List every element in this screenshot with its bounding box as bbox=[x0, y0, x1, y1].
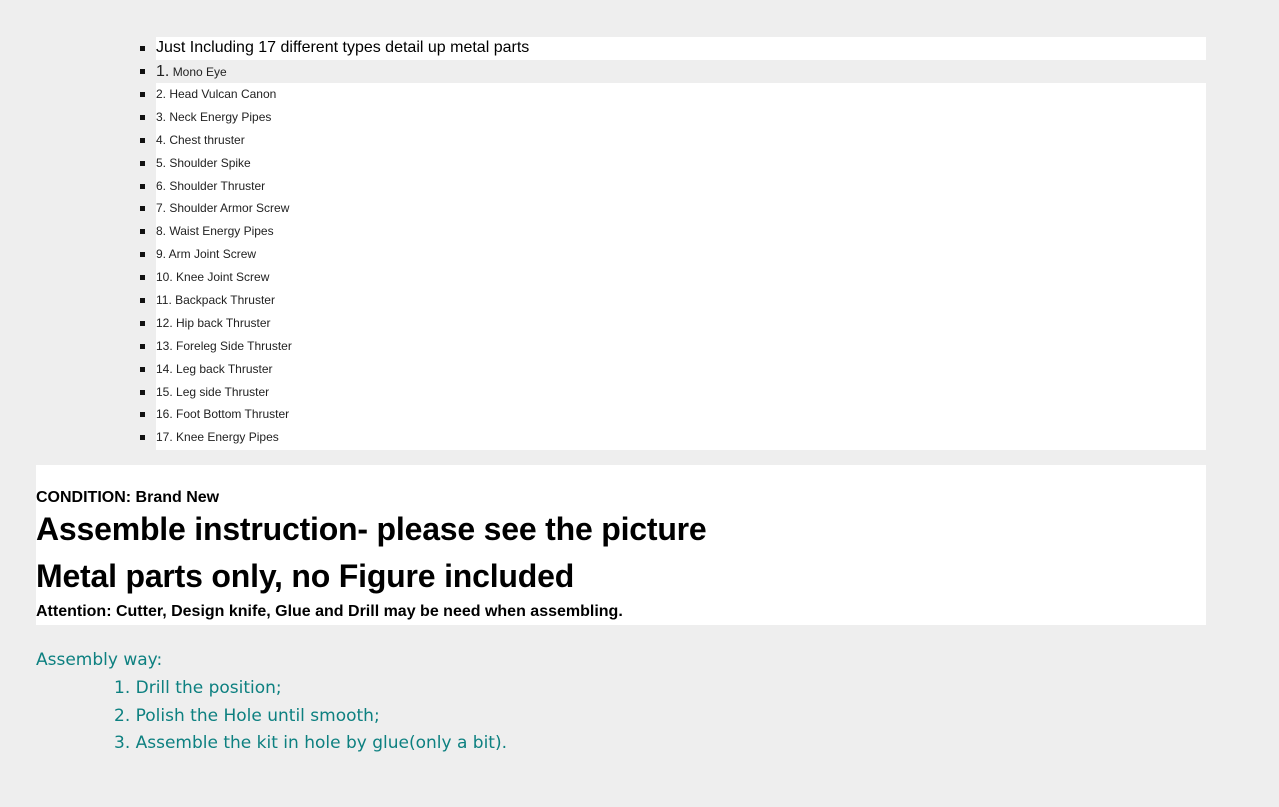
list-item: 12. Hip back Thruster bbox=[140, 311, 1206, 335]
list-item-number: 1. bbox=[156, 63, 170, 80]
list-item: 4. Chest thruster bbox=[140, 128, 1206, 152]
attention-text: Attention: Cutter, Design knife, Glue an… bbox=[36, 603, 623, 620]
list-item: 14. Leg back Thruster bbox=[140, 357, 1206, 381]
metal-parts-heading: Metal parts only, no Figure included bbox=[36, 558, 575, 594]
list-item: 3. Neck Energy Pipes bbox=[140, 105, 1206, 129]
list-item: 9. Arm Joint Screw bbox=[140, 243, 1206, 267]
assembly-step: 3. Assemble the kit in hole by glue(only… bbox=[114, 733, 508, 753]
list-item: 8. Waist Energy Pipes bbox=[140, 220, 1206, 244]
list-item: 13. Foreleg Side Thruster bbox=[140, 334, 1206, 358]
list-item: 6. Shoulder Thruster bbox=[140, 174, 1206, 198]
info-block: CONDITION: Brand New Assemble instructio… bbox=[36, 465, 1206, 625]
list-item: 1. Mono Eye bbox=[140, 60, 1206, 83]
list-item: 7. Shoulder Armor Screw bbox=[140, 197, 1206, 221]
list-item-label: Mono Eye bbox=[172, 65, 227, 79]
list-item: 17. Knee Energy Pipes bbox=[140, 426, 1206, 451]
condition-text: CONDITION: Brand New bbox=[36, 489, 220, 506]
parts-list: Just Including 17 different types detail… bbox=[0, 37, 1206, 451]
list-item: 11. Backpack Thruster bbox=[140, 289, 1206, 312]
list-item: 15. Leg side Thruster bbox=[140, 380, 1206, 404]
parts-intro: Just Including 17 different types detail… bbox=[140, 37, 1206, 60]
list-item: 16. Foot Bottom Thruster bbox=[140, 403, 1206, 427]
list-item: 5. Shoulder Spike bbox=[140, 151, 1206, 175]
assembly-step: 1. Drill the position; bbox=[114, 678, 282, 698]
list-item: 2. Head Vulcan Canon bbox=[140, 83, 1206, 106]
list-item: 10. Knee Joint Screw bbox=[140, 266, 1206, 290]
assembly-step: 2. Polish the Hole until smooth; bbox=[114, 706, 380, 726]
assembly-title: Assembly way: bbox=[36, 650, 163, 670]
assemble-heading: Assemble instruction- please see the pic… bbox=[36, 511, 707, 547]
